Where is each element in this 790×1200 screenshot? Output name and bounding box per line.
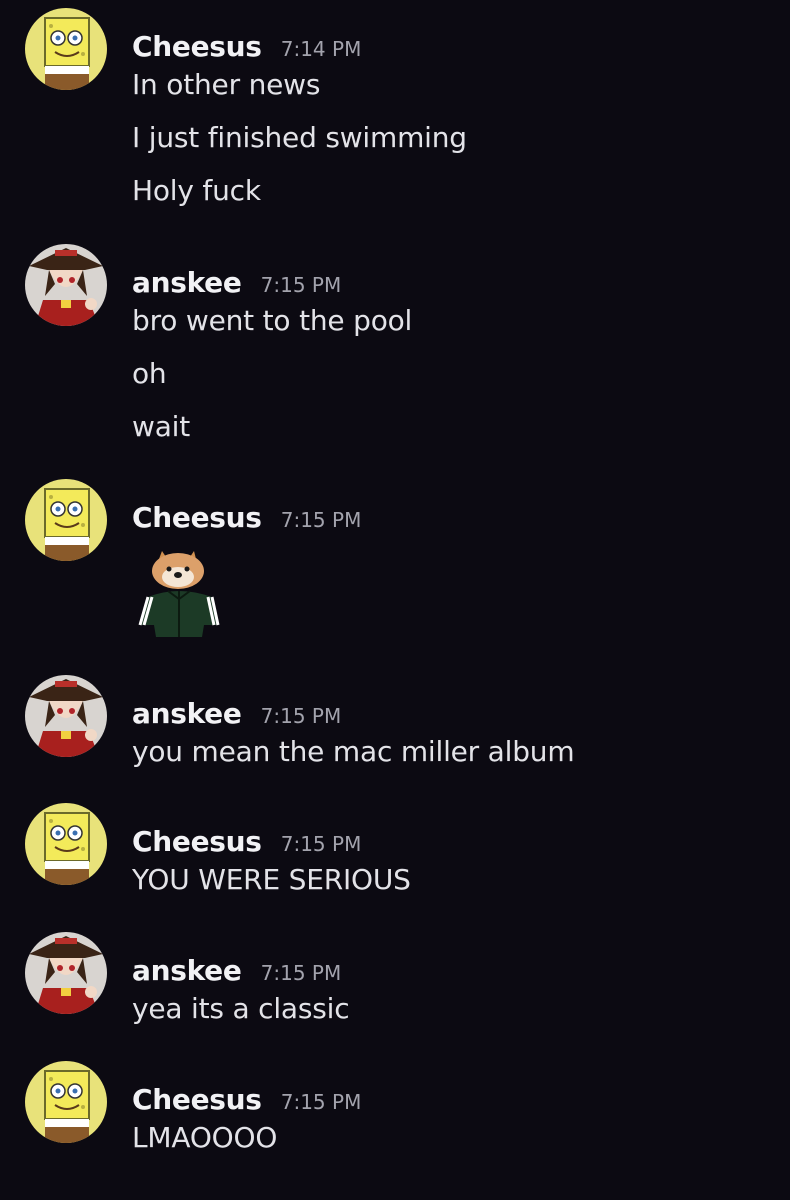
spongebob-avatar[interactable] xyxy=(25,1061,107,1143)
message-text: you mean the mac miller album xyxy=(132,735,575,768)
message-content: anskee 7:15 PM bro went to the pool oh w… xyxy=(132,266,770,453)
message-content: Cheesus 7:14 PM In other news I just fin… xyxy=(132,30,770,217)
message-content: Cheesus 7:15 PM YOU WERE SERIOUS xyxy=(132,825,770,906)
spongebob-avatar[interactable] xyxy=(25,8,107,90)
message-content: anskee 7:15 PM you mean the mac miller a… xyxy=(132,697,770,778)
message-text: Holy fuck xyxy=(132,174,261,207)
message-text: bro went to the pool xyxy=(132,304,413,337)
message-text: I just finished swimming xyxy=(132,121,467,154)
spongebob-avatar[interactable] xyxy=(25,479,107,561)
message-text: YOU WERE SERIOUS xyxy=(132,863,411,896)
anime-girl-avatar[interactable] xyxy=(25,244,107,326)
message-header: Cheesus 7:15 PM xyxy=(132,501,770,535)
message-text: LMAOOOO xyxy=(132,1121,278,1154)
message-text: yea its a classic xyxy=(132,992,350,1025)
timestamp: 7:15 PM xyxy=(280,1090,362,1114)
timestamp: 7:15 PM xyxy=(280,508,362,532)
doge-tracksuit-sticker[interactable] xyxy=(132,545,228,641)
anime-girl-avatar[interactable] xyxy=(25,675,107,757)
anime-girl-avatar[interactable] xyxy=(25,932,107,1014)
spongebob-avatar[interactable] xyxy=(25,803,107,885)
message-text: wait xyxy=(132,410,191,443)
message-text: In other news xyxy=(132,68,321,101)
message-content: Cheesus 7:15 PM LMAOOOO xyxy=(132,1083,770,1164)
message-text: oh xyxy=(132,357,167,390)
message-content: anskee 7:15 PM yea its a classic xyxy=(132,954,770,1035)
message-content: Cheesus 7:15 PM xyxy=(132,501,770,641)
username[interactable]: Cheesus xyxy=(132,501,262,534)
